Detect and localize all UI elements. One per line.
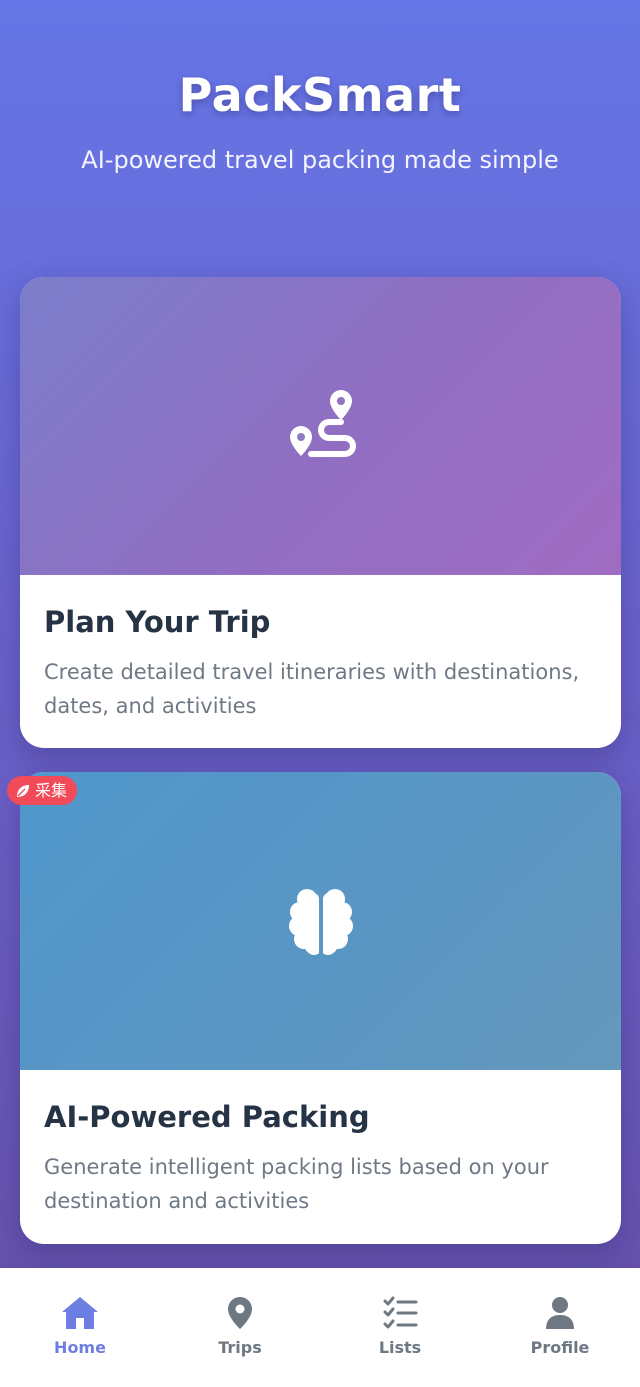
- app-subtitle: AI-powered travel packing made simple: [81, 146, 559, 174]
- route-icon: [289, 390, 356, 457]
- leaf-icon: [17, 784, 29, 797]
- user-icon: [546, 1297, 574, 1329]
- app-title: PackSmart: [178, 68, 462, 122]
- nav-item-trips[interactable]: Trips: [160, 1268, 320, 1387]
- brain-icon: [288, 889, 353, 955]
- nav-item-home[interactable]: Home: [0, 1268, 160, 1387]
- nav-label: Home: [54, 1338, 106, 1357]
- card-title: Plan Your Trip: [44, 605, 271, 639]
- nav-label: Profile: [530, 1338, 590, 1357]
- card-description: Create detailed travel itineraries with …: [44, 660, 580, 718]
- card-title: AI-Powered Packing: [44, 1100, 370, 1134]
- nav-label: Lists: [378, 1338, 422, 1357]
- ai-packing-card[interactable]: AI-Powered Packing Generate intelligent …: [20, 772, 621, 1244]
- badge-label: 采集: [35, 781, 68, 800]
- plan-trip-card[interactable]: Plan Your Trip Create detailed travel it…: [20, 277, 621, 748]
- app-header: PackSmart AI-powered travel packing made…: [0, 0, 640, 250]
- location-pin-icon: [228, 1297, 252, 1329]
- nav-item-profile[interactable]: Profile: [480, 1268, 640, 1387]
- checklist-icon: [383, 1296, 418, 1329]
- collect-badge[interactable]: 采集: [7, 776, 78, 805]
- bottom-nav: Home Trips Lists Profile: [0, 1268, 640, 1387]
- card-description: Generate intelligent packing lists based…: [44, 1155, 549, 1213]
- plan-trip-hero: [20, 277, 621, 575]
- ai-packing-hero: [20, 772, 621, 1070]
- home-icon: [62, 1297, 98, 1329]
- nav-item-lists[interactable]: Lists: [320, 1268, 480, 1387]
- nav-label: Trips: [218, 1338, 262, 1357]
